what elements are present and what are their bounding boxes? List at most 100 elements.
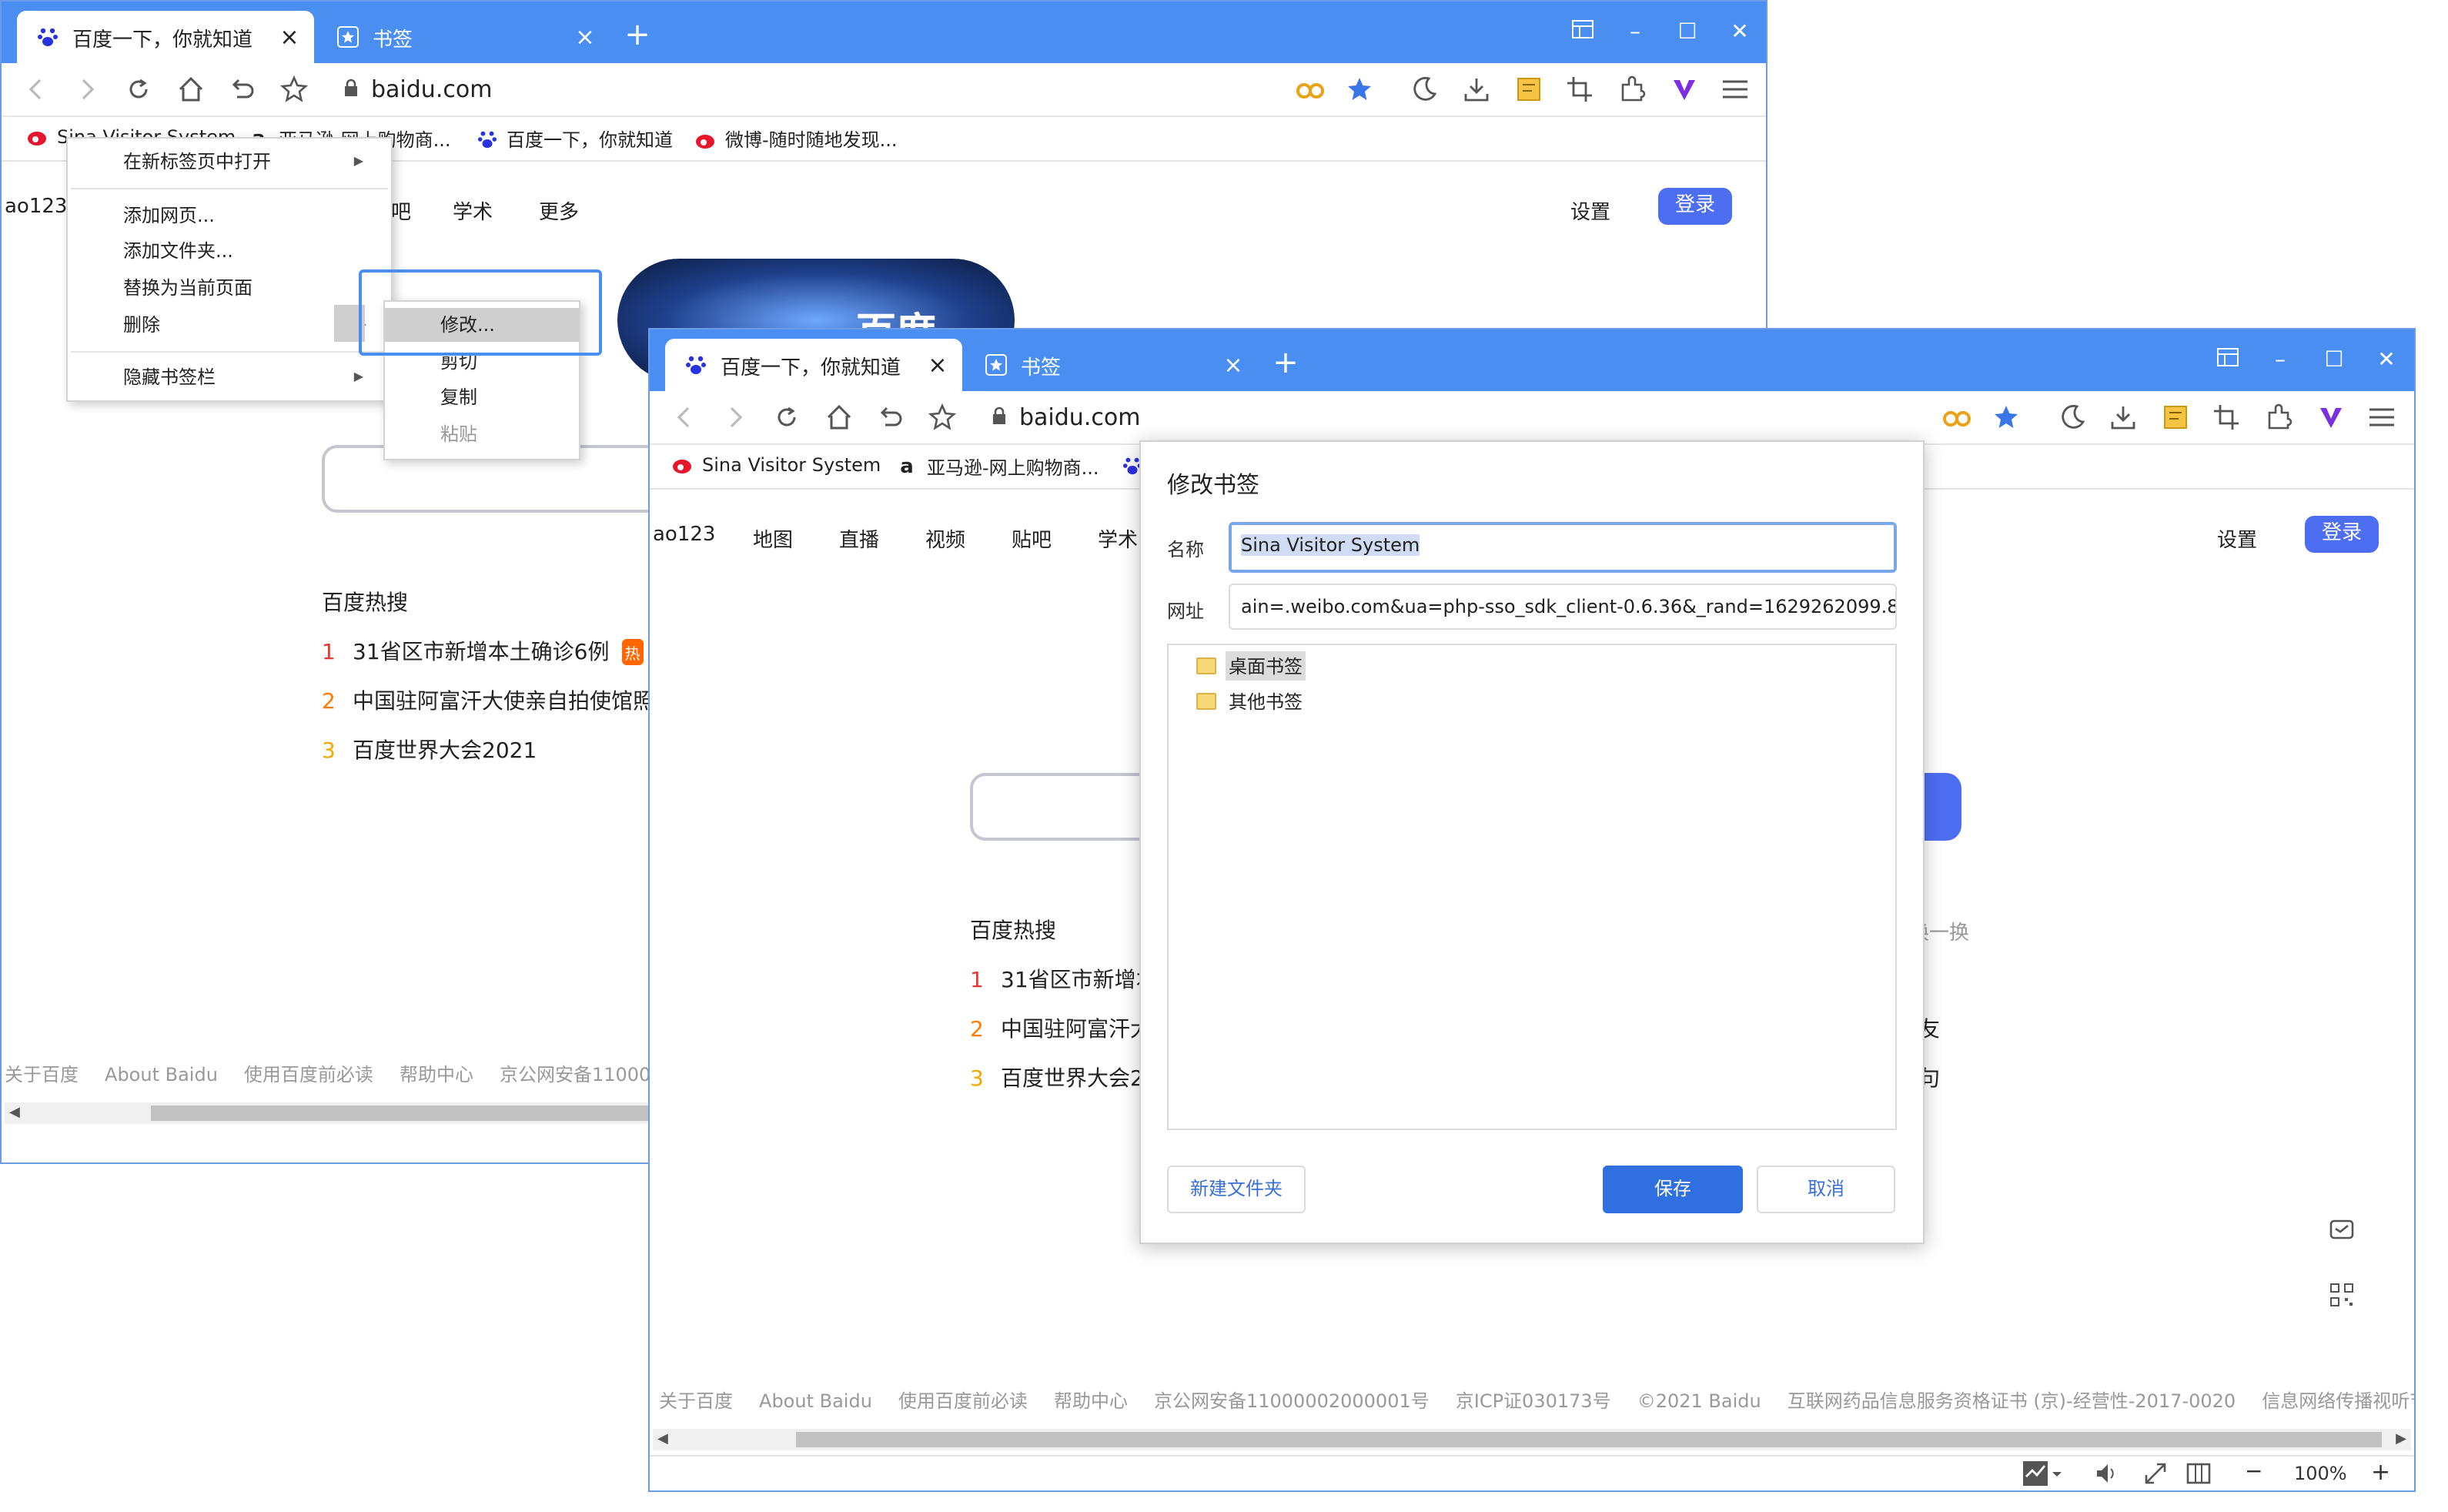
hot-item[interactable]: 3 百度世界大会2021 xyxy=(322,734,537,765)
menu-hide-bookmarks-bar[interactable]: 隐藏书签栏 ▶ xyxy=(68,360,391,394)
nav-tieba[interactable]: 贴吧 xyxy=(1012,524,1052,553)
submenu-copy[interactable]: 复制 xyxy=(385,380,579,414)
footer-link[interactable]: 关于百度 xyxy=(5,1064,79,1085)
footer-link[interactable]: About Baidu xyxy=(759,1390,872,1412)
footer-link[interactable]: 京公网安备110000 xyxy=(500,1064,663,1085)
crop-icon[interactable] xyxy=(1561,71,1598,108)
undo-icon[interactable] xyxy=(871,399,908,436)
nav-tieba[interactable]: 吧 xyxy=(391,196,411,225)
feedback-icon[interactable] xyxy=(2328,1216,2359,1247)
vip-icon[interactable] xyxy=(1666,71,1703,108)
night-mode-icon[interactable] xyxy=(1406,71,1443,108)
menu-add-folder[interactable]: 添加文件夹... xyxy=(68,234,391,268)
close-icon[interactable]: × xyxy=(1218,351,1249,379)
download-icon[interactable] xyxy=(1458,71,1495,108)
nav-hao123[interactable]: ao123 xyxy=(5,196,67,219)
bookmark-weibo[interactable]: 微博-随时随地发现... xyxy=(694,126,898,152)
new-tab-button[interactable]: + xyxy=(1269,345,1303,379)
footer-link[interactable]: 使用百度前必读 xyxy=(898,1390,1028,1412)
login-button[interactable]: 登录 xyxy=(1658,188,1732,225)
settings-link[interactable]: 设置 xyxy=(1570,196,1610,225)
night-mode-icon[interactable] xyxy=(2054,399,2091,436)
close-window-button[interactable]: ✕ xyxy=(1717,14,1763,51)
url-input[interactable]: ain=.weibo.com&ua=php-sso_sdk_client-0.6… xyxy=(1229,584,1897,630)
download-icon[interactable] xyxy=(2105,399,2142,436)
close-window-button[interactable]: ✕ xyxy=(2363,342,2410,379)
folder-desktop-bookmarks[interactable]: 桌面书签 xyxy=(1196,651,1306,681)
cancel-button[interactable]: 取消 xyxy=(1757,1166,1895,1213)
vip-icon[interactable] xyxy=(2313,399,2349,436)
new-folder-button[interactable]: 新建文件夹 xyxy=(1167,1166,1306,1213)
nav-xueshu[interactable]: 学术 xyxy=(1098,524,1138,553)
extensions-icon[interactable] xyxy=(2260,399,2297,436)
tab-baidu[interactable]: 百度一下，你就知道 × xyxy=(665,339,962,391)
bookmark-baidu[interactable]: 百度一下，你就知道 xyxy=(476,126,673,152)
footer-link[interactable]: 信息网络传播视听节目许 xyxy=(2262,1390,2414,1412)
tab-layout-icon[interactable] xyxy=(2205,342,2251,379)
nav-hao123[interactable]: ao123 xyxy=(653,524,715,547)
tab-bookmarks[interactable]: 书签 × xyxy=(317,11,610,63)
zoom-in-button[interactable]: + xyxy=(2371,1458,2390,1486)
extensions-icon[interactable] xyxy=(1614,71,1650,108)
submenu-paste[interactable]: 粘贴 xyxy=(385,417,579,451)
tab-bookmarks[interactable]: 书签 × xyxy=(965,339,1258,391)
nav-xueshu[interactable]: 学术 xyxy=(453,196,493,225)
forward-icon[interactable] xyxy=(69,71,106,108)
bookmark-sina[interactable]: Sina Visitor System xyxy=(671,454,881,476)
close-icon[interactable]: × xyxy=(274,23,305,51)
address-bar[interactable]: baidu.com xyxy=(992,402,1423,433)
bookmark-star-icon[interactable] xyxy=(276,71,313,108)
close-icon[interactable]: × xyxy=(570,23,600,51)
address-bar[interactable]: baidu.com xyxy=(343,74,1236,105)
menu-open-new-tab[interactable]: 在新标签页中打开 ▶ xyxy=(68,145,391,179)
scroll-left-icon[interactable]: ◀ xyxy=(9,1102,20,1124)
performance-icon[interactable] xyxy=(2023,1461,2063,1490)
footer-link[interactable]: ©2021 Baidu xyxy=(1637,1390,1761,1412)
scrollbar-thumb[interactable] xyxy=(151,1106,651,1121)
extension-glasses-icon[interactable] xyxy=(1292,71,1329,108)
back-icon[interactable] xyxy=(665,399,702,436)
bookmarked-star-icon[interactable] xyxy=(1988,399,2025,436)
footer-link[interactable]: About Baidu xyxy=(105,1064,218,1085)
volume-icon[interactable] xyxy=(2094,1461,2119,1490)
name-input[interactable]: Sina Visitor System xyxy=(1229,522,1897,573)
bookmarked-star-icon[interactable] xyxy=(1341,71,1378,108)
nav-more[interactable]: 更多 xyxy=(539,196,579,225)
bookmark-amazon[interactable]: a亚马逊-网上购物商... xyxy=(896,454,1099,480)
footer-link[interactable]: 帮助中心 xyxy=(1054,1390,1128,1412)
scroll-left-icon[interactable]: ◀ xyxy=(657,1429,668,1450)
search-box[interactable] xyxy=(970,773,1155,841)
notes-icon[interactable] xyxy=(2157,399,2194,436)
footer-link[interactable]: 关于百度 xyxy=(659,1390,733,1412)
qrcode-icon[interactable] xyxy=(2328,1281,2359,1312)
crop-icon[interactable] xyxy=(2208,399,2245,436)
home-icon[interactable] xyxy=(172,71,209,108)
minimize-button[interactable]: – xyxy=(1612,14,1658,51)
menu-icon[interactable] xyxy=(1717,71,1754,108)
settings-link[interactable]: 设置 xyxy=(2217,524,2257,553)
reload-icon[interactable] xyxy=(120,71,157,108)
maximize-button[interactable]: ☐ xyxy=(1664,14,1711,51)
footer-link[interactable]: 京公网安备11000002000001号 xyxy=(1154,1390,1430,1412)
back-icon[interactable] xyxy=(17,71,54,108)
footer-link[interactable]: 京ICP证030173号 xyxy=(1456,1390,1611,1412)
nav-live[interactable]: 直播 xyxy=(839,524,879,553)
maximize-button[interactable]: ☐ xyxy=(2311,342,2357,379)
reload-icon[interactable] xyxy=(768,399,805,436)
menu-icon[interactable] xyxy=(2363,399,2400,436)
extension-glasses-icon[interactable] xyxy=(1938,399,1975,436)
login-button[interactable]: 登录 xyxy=(2305,516,2379,553)
tab-baidu[interactable]: 百度一下，你就知道 × xyxy=(17,11,314,63)
hot-item[interactable]: 1 31省区市新增本土确诊6例热 xyxy=(322,636,644,667)
zoom-out-button[interactable]: − xyxy=(2245,1460,2262,1484)
scroll-right-icon[interactable]: ▶ xyxy=(2396,1429,2406,1450)
footer-link[interactable]: 帮助中心 xyxy=(400,1064,473,1085)
reader-mode-icon[interactable] xyxy=(2186,1461,2211,1490)
scrollbar-thumb[interactable] xyxy=(796,1432,2382,1447)
notes-icon[interactable] xyxy=(1510,71,1547,108)
forward-icon[interactable] xyxy=(717,399,754,436)
menu-replace-current[interactable]: 替换为当前页面 xyxy=(68,271,391,305)
footer-link[interactable]: 使用百度前必读 xyxy=(244,1064,373,1085)
hot-item[interactable]: 2 中国驻阿富汗大 xyxy=(970,1013,1152,1044)
folder-other-bookmarks[interactable]: 其他书签 xyxy=(1196,687,1306,716)
